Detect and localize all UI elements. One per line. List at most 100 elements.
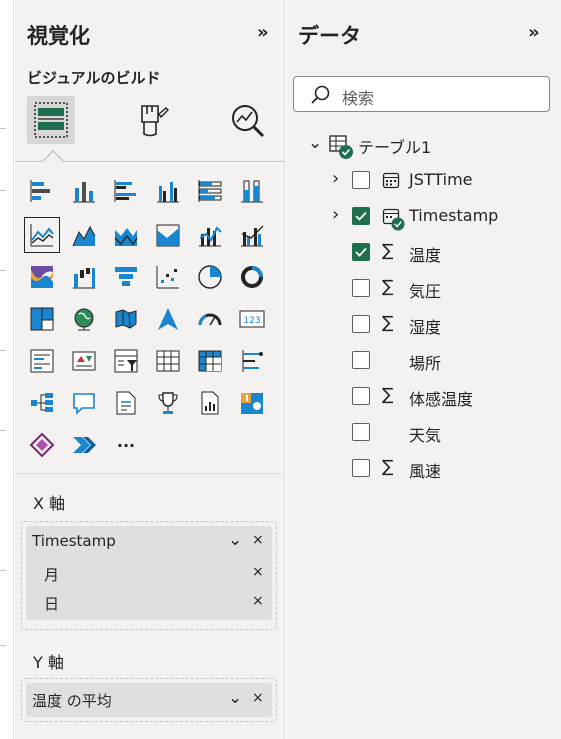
line-chart-icon[interactable] <box>24 217 60 253</box>
power-automate-icon[interactable] <box>67 428 101 462</box>
x-axis-label: X 軸 <box>33 494 66 513</box>
feels-like-checkbox[interactable] <box>352 387 370 405</box>
smart-narrative-icon[interactable] <box>109 386 143 420</box>
clustered-bar-chart-icon[interactable] <box>109 174 143 208</box>
checkmark-icon <box>355 211 367 221</box>
filled-map-icon[interactable] <box>109 302 143 336</box>
field-row-temperature[interactable]: ∑ 温度 <box>286 238 561 266</box>
temperature-checkbox[interactable] <box>352 243 370 261</box>
location-checkbox[interactable] <box>352 351 370 369</box>
x-axis-field-name: Timestamp <box>32 532 116 550</box>
y-axis-field-pill[interactable]: 温度 の平均 ⌄ × <box>26 683 272 717</box>
field-row-location[interactable]: 場所 <box>286 346 561 374</box>
pressure-checkbox[interactable] <box>352 279 370 297</box>
decomposition-tree-icon[interactable] <box>25 386 59 420</box>
y-axis-field-remove-icon[interactable]: × <box>252 690 264 706</box>
weather-checkbox[interactable] <box>352 423 370 441</box>
field-row-wind-speed[interactable]: ∑ 風速 <box>286 454 561 482</box>
donut-chart-icon[interactable] <box>235 260 269 294</box>
search-input[interactable]: 検索 <box>293 76 550 112</box>
table-node[interactable]: ⌄ テーブル1 <box>286 130 561 159</box>
100-stacked-column-chart-icon[interactable] <box>235 174 269 208</box>
collapse-data-pane-button[interactable]: » <box>528 22 540 43</box>
treemap-icon[interactable] <box>25 302 59 336</box>
jsttime-checkbox[interactable] <box>352 171 370 189</box>
feels-like-label: 体感温度 <box>409 390 474 409</box>
field-row-feels-like[interactable]: ∑ 体感温度 <box>286 382 561 410</box>
area-chart-icon[interactable] <box>67 218 101 252</box>
calendar-in-use-icon <box>382 208 405 231</box>
y-axis-well[interactable]: 温度 の平均 ⌄ × <box>21 678 277 722</box>
line-and-stacked-column-chart-icon[interactable] <box>193 218 227 252</box>
x-axis-well[interactable]: Timestamp ⌄ × 月 × 日 × <box>21 521 277 630</box>
visualizations-pane: 視覚化 » ビジュアルのビルド 123 ··· X 軸 Timestamp ⌄ … <box>15 0 285 739</box>
analytics-tab[interactable] <box>223 96 271 144</box>
canvas-tick <box>0 645 6 646</box>
line-and-clustered-column-chart-icon[interactable] <box>235 218 269 252</box>
kpi-icon[interactable] <box>67 344 101 378</box>
pie-chart-icon[interactable] <box>193 260 227 294</box>
table-visual-icon[interactable] <box>151 344 185 378</box>
format-visual-tab[interactable] <box>128 96 176 144</box>
slicer-icon[interactable] <box>109 344 143 378</box>
clustered-column-chart-icon[interactable] <box>151 174 185 208</box>
qa-speech-bubble-icon[interactable] <box>67 386 101 420</box>
ribbon-chart-icon[interactable] <box>25 260 59 294</box>
remove-month-level-icon[interactable]: × <box>252 564 264 580</box>
stacked-column-chart-icon[interactable] <box>67 174 101 208</box>
card-icon[interactable]: 123 <box>235 302 269 336</box>
sigma-icon: ∑ <box>382 277 394 297</box>
arcgis-map-icon[interactable] <box>235 386 269 420</box>
y-axis-label: Y 軸 <box>33 653 64 672</box>
canvas-tick <box>0 570 6 571</box>
stacked-area-chart-icon[interactable] <box>109 218 143 252</box>
expand-jsttime-chevron-right-icon[interactable]: › <box>332 168 339 189</box>
x-axis-field-pill[interactable]: Timestamp ⌄ × 月 × 日 × <box>26 526 272 620</box>
100-stacked-bar-chart-icon[interactable] <box>193 174 227 208</box>
jsttime-label: JSTTime <box>409 170 473 189</box>
y-axis-field-chevron-down-icon[interactable]: ⌄ <box>228 688 242 708</box>
map-globe-icon[interactable] <box>67 302 101 336</box>
table-collapse-chevron-down-icon[interactable]: ⌄ <box>308 133 322 153</box>
sigma-icon: ∑ <box>382 457 394 477</box>
gauge-icon[interactable] <box>193 302 227 336</box>
remove-day-level-icon[interactable]: × <box>252 593 264 609</box>
humidity-label: 湿度 <box>409 318 442 337</box>
y-axis-field-name: 温度 の平均 <box>32 692 112 710</box>
timestamp-label: Timestamp <box>409 206 499 225</box>
field-row-weather[interactable]: 天気 <box>286 418 561 446</box>
power-apps-icon[interactable] <box>25 428 59 462</box>
expand-timestamp-chevron-right-icon[interactable]: › <box>332 204 339 225</box>
stacked-bar-chart-icon[interactable] <box>25 174 59 208</box>
funnel-chart-icon[interactable] <box>109 260 143 294</box>
build-visual-tab[interactable] <box>27 96 75 144</box>
waterfall-chart-icon[interactable] <box>67 260 101 294</box>
field-row-timestamp[interactable]: › Timestamp <box>286 202 561 231</box>
field-row-humidity[interactable]: ∑ 湿度 <box>286 310 561 338</box>
matrix-visual-icon[interactable] <box>193 344 227 378</box>
humidity-checkbox[interactable] <box>352 315 370 333</box>
multi-row-card-icon[interactable] <box>25 344 59 378</box>
scatter-chart-icon[interactable] <box>151 260 185 294</box>
more-visuals-button[interactable]: ··· <box>109 428 143 462</box>
canvas-tick <box>0 270 6 271</box>
timestamp-checkbox[interactable] <box>352 207 370 225</box>
active-tab-caret-fill <box>42 152 64 163</box>
paginated-report-icon[interactable] <box>193 386 227 420</box>
temperature-label: 温度 <box>409 246 442 265</box>
report-canvas-edge <box>0 0 14 739</box>
search-placeholder: 検索 <box>342 89 375 108</box>
field-row-pressure[interactable]: ∑ 気圧 <box>286 274 561 302</box>
svg-text:123: 123 <box>243 316 260 326</box>
field-row-jsttime[interactable]: › JSTTime <box>286 166 561 194</box>
x-axis-field-chevron-down-icon[interactable]: ⌄ <box>228 530 242 550</box>
x-axis-field-remove-icon[interactable]: × <box>252 532 264 548</box>
azure-map-icon[interactable] <box>151 302 185 336</box>
x-axis-hierarchy-month: 月 <box>44 566 60 584</box>
decomposition-lines-icon[interactable] <box>235 344 269 378</box>
wind-speed-checkbox[interactable] <box>352 459 370 477</box>
collapse-viz-pane-button[interactable]: » <box>257 22 269 43</box>
goals-trophy-icon[interactable] <box>151 386 185 420</box>
100-stacked-area-chart-icon[interactable] <box>151 218 185 252</box>
data-pane-title: データ <box>298 24 361 48</box>
